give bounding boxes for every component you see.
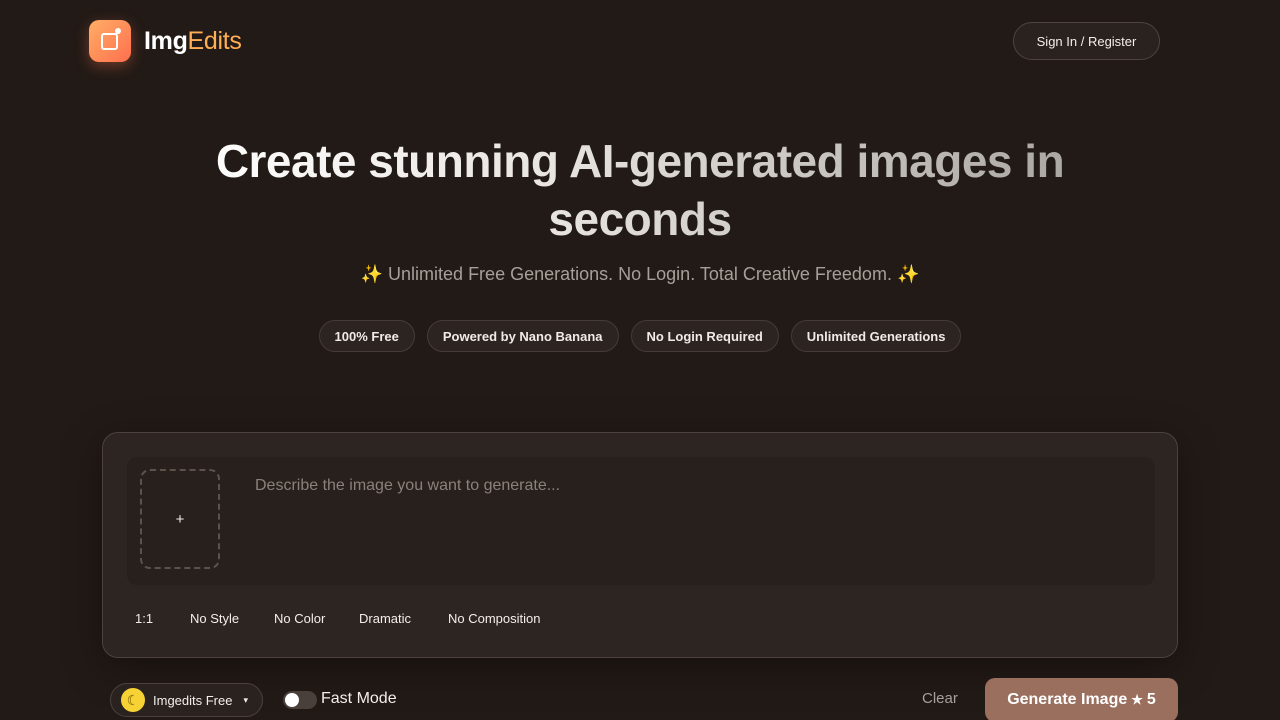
brand-logo[interactable]: ImgEdits <box>89 20 242 62</box>
badge-free: 100% Free <box>318 320 415 352</box>
prompt-input[interactable] <box>255 477 1135 567</box>
generate-label: Generate Image <box>1007 691 1128 708</box>
feature-badges: 100% Free Powered by Nano Banana No Logi… <box>0 320 1280 352</box>
aspect-ratio-select[interactable]: 1:1 <box>135 611 153 626</box>
hero-title: Create stunning AI-generated images in s… <box>190 132 1090 248</box>
brand-name: ImgEdits <box>144 27 242 56</box>
clear-button[interactable]: Clear <box>922 690 958 707</box>
brand-name-part1: Img <box>144 26 188 55</box>
badge-unlimited: Unlimited Generations <box>790 320 962 352</box>
style-select[interactable]: No Style <box>190 611 239 626</box>
fast-mode-toggle[interactable] <box>283 691 317 709</box>
badge-no-login: No Login Required <box>630 320 779 352</box>
signin-register-button[interactable]: Sign In / Register <box>1013 22 1160 60</box>
logo-icon <box>89 20 131 62</box>
toggle-knob <box>285 693 299 707</box>
color-select[interactable]: No Color <box>274 611 325 626</box>
generate-image-button[interactable]: Generate Image ★ 5 <box>985 678 1178 720</box>
model-label: Imgedits Free <box>153 692 233 708</box>
badge-powered-by: Powered by Nano Banana <box>426 320 619 352</box>
prompt-area: + <box>127 457 1155 585</box>
brand-name-part2: Edits <box>187 26 242 55</box>
generate-cost: 5 <box>1146 691 1156 708</box>
generator-panel: + 1:1 No Style No Color Dramatic No Comp… <box>102 432 1178 658</box>
fast-mode-label: Fast Mode <box>321 690 397 707</box>
lighting-select[interactable]: Dramatic <box>359 611 411 626</box>
model-select[interactable]: ☾ Imgedits Free ▾ <box>110 683 263 717</box>
moon-icon: ☾ <box>121 688 145 712</box>
plus-icon: + <box>175 510 185 528</box>
image-upload-button[interactable]: + <box>140 469 220 569</box>
chevron-down-icon: ▾ <box>243 694 249 705</box>
hero-subtitle: ✨ Unlimited Free Generations. No Login. … <box>360 264 920 284</box>
composition-select[interactable]: No Composition <box>448 611 541 626</box>
star-icon: ★ <box>1131 692 1143 707</box>
